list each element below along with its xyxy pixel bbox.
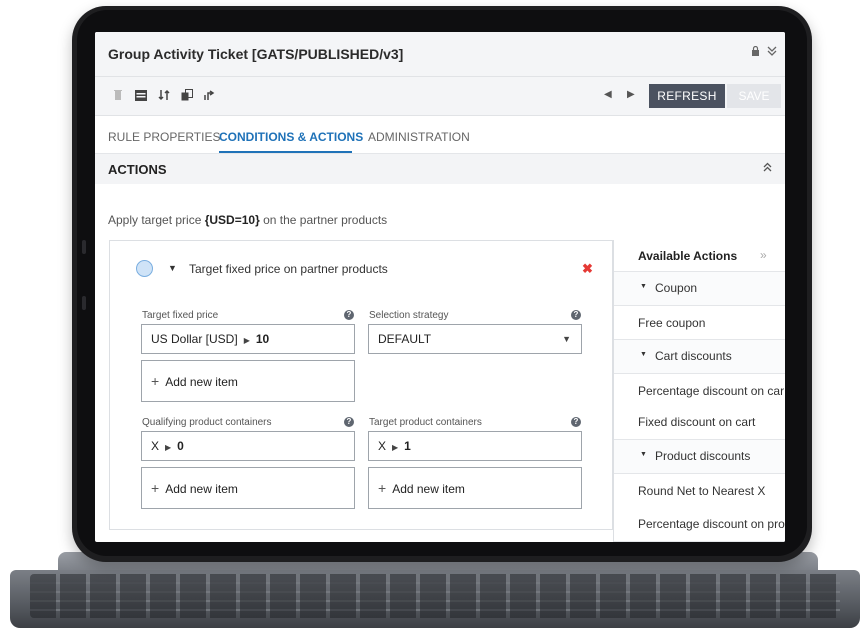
add-new-item-button[interactable]: + Add new item — [141, 467, 355, 509]
available-actions-panel: Available Actions » ▼ Coupon Free coupon… — [613, 240, 785, 542]
help-icon[interactable]: ? — [344, 417, 354, 427]
previous-arrow-icon[interactable]: ◀ — [604, 89, 612, 100]
available-actions-title: Available Actions — [638, 249, 738, 263]
target-fixed-price-field[interactable]: US Dollar [USD] ▶ 10 — [141, 324, 355, 354]
caret-right-icon: ▶ — [165, 443, 172, 452]
chevron-down-icon: ▼ — [562, 334, 571, 344]
save-button[interactable]: SAVE — [727, 84, 781, 108]
expand-panel-icon[interactable]: » — [760, 248, 767, 262]
side-sensor — [82, 240, 86, 254]
next-arrow-icon[interactable]: ▶ — [627, 89, 635, 100]
container-key: X — [378, 439, 387, 453]
help-icon[interactable]: ? — [571, 417, 581, 427]
help-icon[interactable]: ? — [344, 310, 354, 320]
action-item-percentage-discount-cart[interactable]: Percentage discount on car — [614, 374, 785, 407]
action-item-fixed-discount-cart[interactable]: Fixed discount on cart — [614, 407, 785, 440]
app-screen: Group Activity Ticket [GATS/PUBLISHED/v3… — [95, 32, 785, 542]
selection-strategy-select[interactable]: DEFAULT ▼ — [368, 324, 582, 354]
action-label: Percentage discount on pro — [638, 517, 785, 531]
action-label: Fixed discount on cart — [638, 415, 756, 429]
summary-value: {USD=10} — [204, 213, 260, 227]
action-label: Percentage discount on car — [638, 384, 785, 398]
page-title: Group Activity Ticket [GATS/PUBLISHED/v3… — [108, 46, 404, 62]
tab-rule-properties[interactable]: RULE PROPERTIES — [108, 130, 220, 144]
caret-down-icon: ▼ — [640, 283, 647, 290]
selection-strategy-label: Selection strategy — [369, 310, 449, 321]
category-cart-discounts[interactable]: ▼ Cart discounts — [614, 340, 785, 374]
calendar-icon[interactable] — [135, 89, 147, 104]
share-icon[interactable] — [203, 89, 215, 104]
copy-icon[interactable] — [181, 89, 193, 104]
plus-icon: + — [378, 480, 387, 496]
action-radio-toggle[interactable] — [136, 260, 153, 277]
selection-strategy-value: DEFAULT — [378, 332, 432, 346]
add-new-item-button[interactable]: + Add new item — [141, 360, 355, 402]
action-item-percentage-discount-product[interactable]: Percentage discount on pro — [614, 507, 785, 542]
caret-right-icon: ▶ — [392, 443, 399, 452]
target-containers-label: Target product containers — [369, 417, 482, 428]
available-actions-header: Available Actions » — [614, 240, 785, 272]
container-value: 1 — [404, 439, 411, 453]
qualifying-containers-label: Qualifying product containers — [142, 417, 272, 428]
target-containers-field[interactable]: X ▶ 1 — [368, 431, 582, 461]
category-coupon[interactable]: ▼ Coupon — [614, 272, 785, 306]
summary-suffix: on the partner products — [259, 213, 388, 227]
action-name: Target fixed price on partner products — [189, 262, 388, 276]
action-label: Round Net to Nearest X — [638, 484, 766, 498]
target-fixed-price-label: Target fixed price — [142, 310, 219, 321]
keyboard-keys — [30, 574, 840, 618]
refresh-button[interactable]: REFRESH — [649, 84, 725, 108]
container-key: X — [151, 439, 160, 453]
category-label: Product discounts — [655, 449, 751, 463]
summary-prefix: Apply target price — [108, 213, 205, 227]
window-header: Group Activity Ticket [GATS/PUBLISHED/v3… — [95, 32, 785, 77]
currency-value: US Dollar [USD] — [151, 332, 238, 346]
tab-administration[interactable]: ADMINISTRATION — [368, 130, 470, 144]
category-label: Coupon — [655, 281, 698, 295]
category-label: Cart discounts — [655, 349, 732, 363]
tab-conditions-actions[interactable]: CONDITIONS & ACTIONS — [219, 130, 363, 144]
container-value: 0 — [177, 439, 184, 453]
lock-icon[interactable] — [751, 45, 760, 59]
action-item-free-coupon[interactable]: Free coupon — [614, 306, 785, 340]
caret-down-icon[interactable]: ▼ — [168, 263, 177, 273]
price-value: 10 — [255, 332, 270, 346]
plus-icon: + — [151, 373, 160, 389]
add-new-item-label: Add new item — [392, 482, 465, 496]
side-sensor — [82, 296, 86, 310]
qualifying-containers-field[interactable]: X ▶ 0 — [141, 431, 355, 461]
caret-down-icon: ▼ — [640, 451, 647, 458]
import-icon[interactable] — [158, 89, 170, 104]
delete-icon[interactable]: ✖ — [582, 261, 593, 277]
actions-header — [95, 154, 785, 184]
chevron-double-down-icon[interactable] — [767, 46, 777, 59]
section-title: ACTIONS — [108, 162, 167, 177]
plus-icon: + — [151, 480, 160, 496]
toolbar: ◀ ▶ REFRESH SAVE — [95, 77, 785, 116]
add-new-item-button[interactable]: + Add new item — [368, 467, 582, 509]
action-label: Free coupon — [638, 316, 706, 330]
trash-icon[interactable] — [114, 89, 122, 103]
action-item-round-net[interactable]: Round Net to Nearest X — [614, 474, 785, 507]
add-new-item-label: Add new item — [165, 482, 238, 496]
caret-down-icon: ▼ — [640, 351, 647, 358]
add-new-item-label: Add new item — [165, 375, 238, 389]
caret-right-icon: ▶ — [243, 336, 250, 345]
help-icon[interactable]: ? — [571, 310, 581, 320]
category-product-discounts[interactable]: ▼ Product discounts — [614, 440, 785, 474]
chevron-double-up-icon[interactable] — [763, 162, 772, 175]
action-summary: Apply target price {USD=10} on the partn… — [108, 213, 387, 227]
